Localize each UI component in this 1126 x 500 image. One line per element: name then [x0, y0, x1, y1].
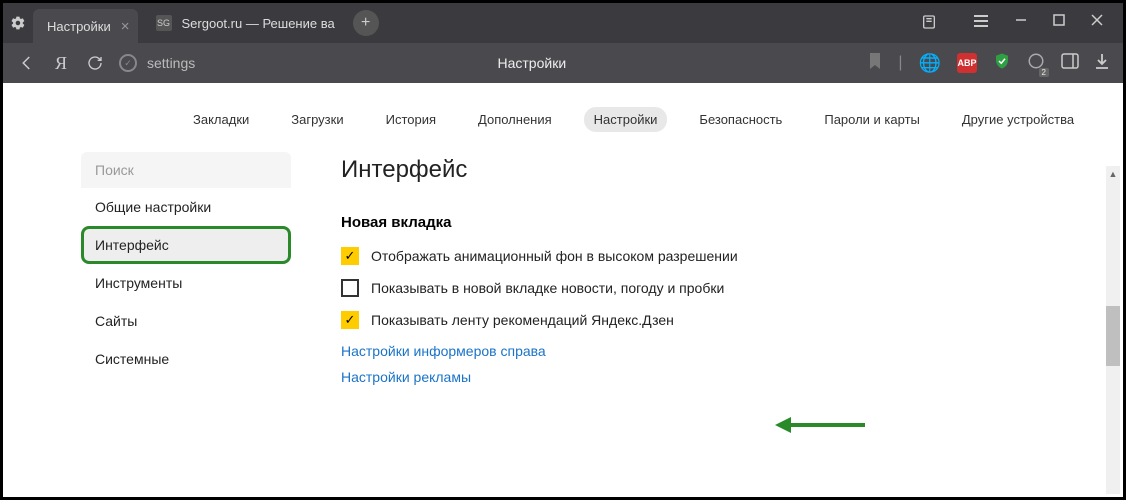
maximize-icon[interactable] [1053, 14, 1065, 33]
checkbox[interactable] [341, 279, 359, 297]
tab-label: Настройки [47, 19, 111, 34]
gear-icon[interactable] [3, 15, 33, 31]
sidebar-item[interactable]: Общие настройки [81, 188, 291, 226]
bookmark-icon[interactable] [868, 53, 882, 74]
page-title: Настройки [209, 55, 854, 71]
reader-icon[interactable] [921, 14, 937, 33]
new-tab-button[interactable]: + [353, 10, 379, 36]
sidebar-item[interactable]: Интерфейс [81, 226, 291, 264]
minimize-icon[interactable] [1015, 14, 1027, 33]
back-icon[interactable] [17, 54, 37, 72]
abp-icon[interactable]: ABP [957, 53, 977, 73]
menu-icon[interactable] [973, 14, 989, 33]
sidebar-item[interactable]: Системные [81, 340, 291, 378]
option-label: Показывать в новой вкладке новости, пого… [371, 280, 724, 296]
option-label: Отображать анимационный фон в высоком ра… [371, 248, 738, 264]
scrollbar[interactable]: ▲ [1106, 166, 1120, 494]
globe-icon[interactable]: 🌐 [919, 53, 941, 74]
yandex-icon[interactable]: Я [51, 53, 71, 74]
sidebar-toggle-icon[interactable] [1061, 53, 1079, 74]
url-text: settings [147, 55, 195, 71]
search-input[interactable]: Поиск [81, 152, 291, 188]
reload-icon[interactable] [85, 55, 105, 71]
scroll-up-icon[interactable]: ▲ [1106, 166, 1120, 182]
topnav-item[interactable]: Закладки [183, 107, 259, 132]
topnav-item[interactable]: Загрузки [281, 107, 353, 132]
badge-count: 2 [1039, 68, 1049, 77]
address-bar[interactable]: ✓ settings [119, 54, 195, 72]
scroll-thumb[interactable] [1106, 306, 1120, 366]
site-info-icon[interactable]: ✓ [119, 54, 137, 72]
sidebar-item[interactable]: Инструменты [81, 264, 291, 302]
settings-link[interactable]: Настройки рекламы [341, 369, 1103, 385]
tab-settings[interactable]: Настройки × [33, 9, 138, 43]
shield-icon[interactable] [993, 52, 1011, 75]
favicon-icon: SG [156, 15, 172, 31]
settings-link[interactable]: Настройки информеров справа [341, 343, 1103, 359]
close-icon[interactable]: × [121, 18, 130, 35]
extensions-icon[interactable]: 2 [1027, 52, 1045, 75]
tab-label: Sergoot.ru — Решение ва [182, 16, 335, 31]
topnav-item[interactable]: Пароли и карты [814, 107, 930, 132]
downloads-icon[interactable] [1095, 53, 1109, 74]
topnav-item[interactable]: Безопасность [689, 107, 792, 132]
topnav-item[interactable]: История [376, 107, 446, 132]
topnav-item[interactable]: Другие устройства [952, 107, 1084, 132]
sidebar-item[interactable]: Сайты [81, 302, 291, 340]
panel-heading: Интерфейс [341, 156, 1103, 184]
option-label: Показывать ленту рекомендаций Яндекс.Дзе… [371, 312, 674, 328]
checkbox[interactable]: ✓ [341, 311, 359, 329]
checkbox[interactable]: ✓ [341, 247, 359, 265]
tab-sergoot[interactable]: SG Sergoot.ru — Решение ва [142, 6, 343, 40]
window-close-icon[interactable] [1091, 14, 1103, 33]
annotation-arrow [775, 416, 865, 439]
topnav-item[interactable]: Настройки [584, 107, 668, 132]
topnav-item[interactable]: Дополнения [468, 107, 562, 132]
section-heading: Новая вкладка [341, 214, 1103, 231]
